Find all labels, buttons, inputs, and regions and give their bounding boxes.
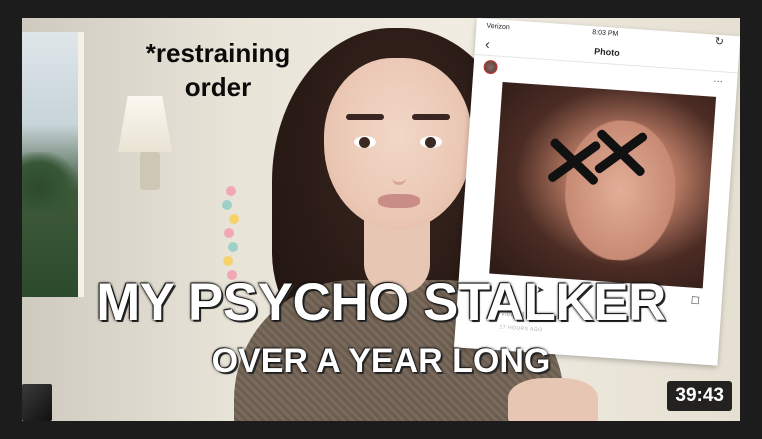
status-clock: 8:03 PM [592, 29, 619, 38]
carrier-label: Verizon [486, 22, 510, 32]
person-face [324, 58, 472, 230]
background-window [22, 32, 84, 297]
mouth [378, 194, 420, 208]
right-eyebrow [412, 114, 450, 120]
left-eye [354, 136, 376, 148]
caption-line-1: *restraining [145, 38, 291, 68]
laptop-corner [22, 384, 52, 421]
post-photo-face [560, 116, 681, 265]
avatar [483, 59, 499, 75]
wall-lamp [118, 96, 172, 152]
wall-lamp-base [140, 152, 160, 190]
more-icon: … [712, 73, 724, 86]
left-eyebrow [346, 114, 384, 120]
person-hand [508, 378, 598, 421]
video-thumbnail[interactable]: Verizon 8:03 PM ‹ Photo ↻ … ➤ ☐ View all… [22, 18, 740, 421]
caption-line-2: order [184, 72, 252, 102]
duration-badge: 39:43 [667, 381, 732, 411]
thumbnail-title: MY PSYCHO STALKER [96, 273, 666, 332]
refresh-icon: ↻ [714, 35, 725, 49]
caption-text: *restraining order [118, 36, 318, 104]
thumbnail-subtitle: OVER A YEAR LONG [211, 342, 551, 380]
right-eye [420, 136, 442, 148]
nose [392, 152, 406, 185]
post-photo [489, 81, 717, 289]
